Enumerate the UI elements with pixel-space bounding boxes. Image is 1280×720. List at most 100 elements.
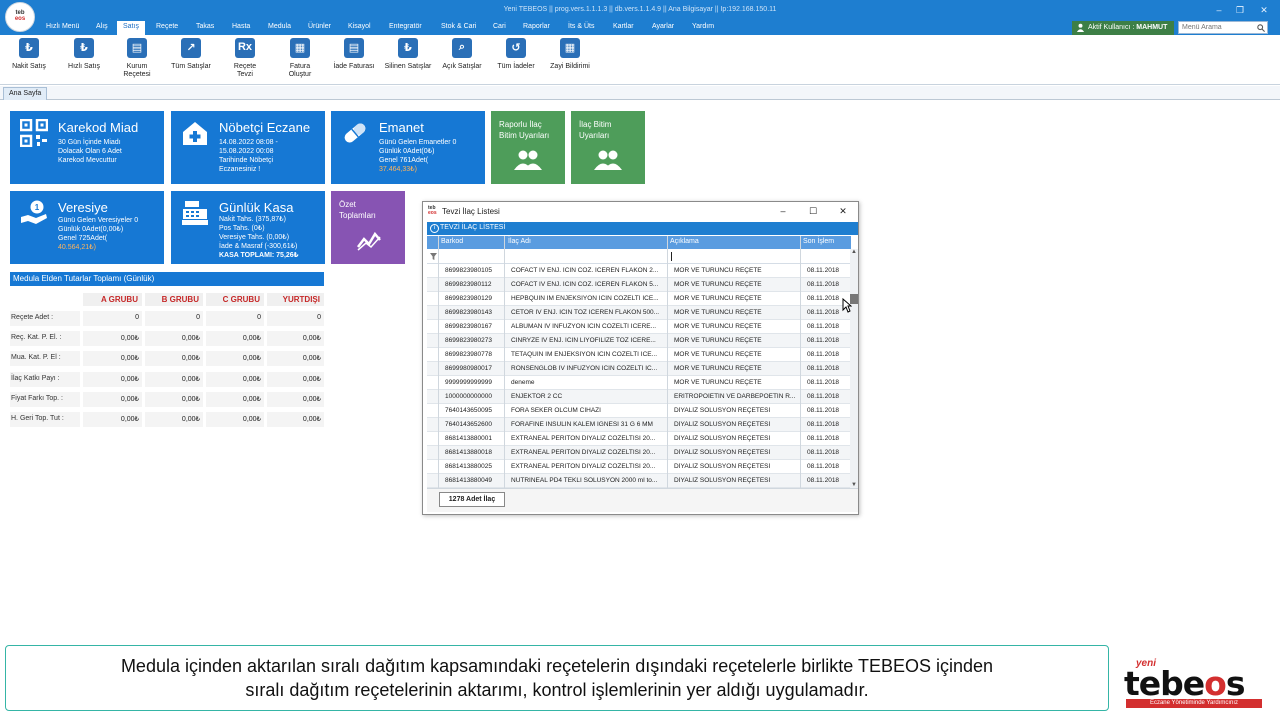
tab-ana-sayfa[interactable]: Ana Sayfa: [3, 87, 47, 100]
table-row[interactable]: 8699823980112 COFACT IV ENJ. ICIN COZ. IC…: [427, 278, 851, 292]
menu-kisayol[interactable]: Kisayol: [348, 23, 371, 30]
tile-ozet-toplamlari[interactable]: Özet Toplamları: [331, 191, 405, 264]
dialog-close-button[interactable]: ✕: [833, 204, 853, 218]
table-row[interactable]: 7640143652600 FORAFINE INSULIN KALEM IGNE…: [427, 418, 851, 432]
close-button[interactable]: ✕: [1257, 4, 1271, 16]
svg-text:1: 1: [35, 203, 40, 212]
menu-stok-cari[interactable]: Stok & Cari: [441, 23, 476, 30]
emanet-line: Günü Gelen Emanetler 0: [379, 139, 457, 146]
cell-barkod: 7640143650095: [445, 407, 492, 414]
table-row[interactable]: 8699823980778 TETAQUIN IM ENJEKSIYON ICIN…: [427, 348, 851, 362]
menu-ayarlar[interactable]: Ayarlar: [652, 23, 674, 30]
medula-row-label: Fiyat Farkı Top. :: [10, 391, 80, 407]
dialog-title: Tevzi İlaç Listesi: [442, 207, 500, 216]
menu-hasta[interactable]: Hasta: [232, 23, 250, 30]
kurum-recetesi-button[interactable]: ▤ Kurum Reçetesi: [117, 38, 157, 79]
silinen-satislar-button[interactable]: ₺ Silinen Satışlar: [384, 38, 432, 71]
table-row[interactable]: 8681413880001 EXTRANEAL PERITON DIYALIZ C…: [427, 432, 851, 446]
table-row[interactable]: 7640143650095 FORA SEKER OLCUM CIHAZI DİYA…: [427, 404, 851, 418]
tile-emanet[interactable]: Emanet Günü Gelen Emanetler 0 Günlük 0Ad…: [331, 111, 485, 184]
tile-raporlu-ilac-bitim[interactable]: Raporlu İlaç Bitim Uyarıları: [491, 111, 565, 184]
menu-satis[interactable]: Satış: [117, 21, 145, 35]
menu-search-input[interactable]: [1178, 21, 1268, 34]
cell-aciklama: MOR VE TURUNCU REÇETE: [674, 295, 762, 302]
tile-veresiye[interactable]: 1 Veresiye Günü Gelen Veresiyeler 0 Günl…: [10, 191, 164, 264]
document-tab-strip: [0, 86, 1280, 100]
menu-medula[interactable]: Medula: [268, 23, 291, 30]
menu-raporlar[interactable]: Raporlar: [523, 23, 550, 30]
table-row[interactable]: 8681413880018 EXTRANEAL PERITON DIYALIZ C…: [427, 446, 851, 460]
user-icon: [1076, 23, 1085, 32]
caption-box: Medula içinden aktarılan sıralı dağıtım …: [5, 645, 1109, 711]
minimize-button[interactable]: –: [1212, 4, 1226, 16]
nakit-satis-button[interactable]: ₺ Nakit Satış: [10, 38, 48, 71]
cell-ilac-adi: COFACT IV ENJ. ICIN COZ. ICEREN FLAKON 5…: [511, 281, 659, 288]
table-row[interactable]: 8699823980273 CINRYZE IV ENJ. ICIN LIYOFI…: [427, 334, 851, 348]
menu-urunler[interactable]: Ürünler: [308, 23, 331, 30]
menu-kartlar[interactable]: Kartlar: [613, 23, 634, 30]
tile-karekod-miad[interactable]: Karekod Miad 30 Gün İçinde Miadı Dolacak…: [10, 111, 164, 184]
tebeos-brand-logo: yeni tebeos Eczane Yönetiminde Yardımcın…: [1122, 658, 1267, 710]
tile-nobetci-eczane[interactable]: Nöbetçi Eczane 14.08.2022 08:08 - 15.08.…: [171, 111, 325, 184]
cell-ilac-adi: CETOR IV ENJ. ICIN TOZ ICEREN FLAKON 500…: [511, 309, 660, 316]
menu-entegrator[interactable]: Entegratör: [389, 23, 422, 30]
cell-barkod: 8699823980778: [445, 351, 492, 358]
emanet-line: Günlük 0Adet(0₺): [379, 148, 435, 155]
table-row[interactable]: 1000000000000 ENJEKTOR 2 CC ERİTROPOİETİN …: [427, 390, 851, 404]
maximize-button[interactable]: ❐: [1233, 4, 1247, 16]
caption-line: Medula içinden aktarılan sıralı dağıtım …: [120, 656, 994, 676]
nobetci-line: Tarihinde Nöbetçi: [219, 157, 274, 164]
acik-satislar-button[interactable]: ⌕ Açık Satışlar: [440, 38, 484, 71]
cell-ilac-adi: ENJEKTOR 2 CC: [511, 393, 563, 400]
table-row[interactable]: 8699980980017 RONSENGLOB IV INFUZYON ICIN…: [427, 362, 851, 376]
cell-aciklama: DİYALİZ SOLUSYON REÇETESİ: [674, 477, 771, 484]
menu-yardim[interactable]: Yardım: [692, 23, 714, 30]
medula-row-label: H. Geri Top. Tut :: [10, 412, 80, 427]
table-row[interactable]: 8699823980167 ALBUMAN IV INFUZYON ICIN CO…: [427, 320, 851, 334]
menu-recete[interactable]: Reçete: [156, 23, 178, 30]
col-barkod[interactable]: Barkod: [441, 238, 463, 245]
dialog-maximize-button[interactable]: ☐: [803, 204, 823, 218]
table-row[interactable]: 8681413880025 EXTRANEAL PERITON DIYALIZ C…: [427, 460, 851, 474]
fatura-olustur-button[interactable]: ▦ Fatura Oluştur: [280, 38, 320, 79]
col-ilac-adi[interactable]: İlaç Adı: [508, 238, 531, 245]
table-row[interactable]: 8699823980143 CETOR IV ENJ. ICIN TOZ ICER…: [427, 306, 851, 320]
iade-faturasi-button[interactable]: ▤ İade Faturası: [330, 38, 378, 71]
nobetci-line: Eczanesiniz !: [219, 166, 261, 173]
table-row[interactable]: 9999999999999 deneme MOR VE TURUNCU REÇETE…: [427, 376, 851, 390]
scroll-up-icon[interactable]: ▲: [850, 249, 858, 255]
medula-cell: 0,00₺: [206, 371, 264, 387]
menu-alis[interactable]: Alış: [96, 23, 108, 30]
tile-gunluk-kasa[interactable]: Günlük Kasa Nakit Tahs. (375,87₺) Pos Ta…: [171, 191, 325, 264]
menu-hizli-menu[interactable]: Hızlı Menü: [46, 23, 79, 30]
col-son-islem[interactable]: Son İşlem: [803, 238, 834, 245]
menu-its-uts[interactable]: İts & Üts: [568, 23, 594, 30]
table-row[interactable]: 8699823980105 COFACT IV ENJ. ICIN COZ. IC…: [427, 264, 851, 278]
cell-son-islem: 08.11.2018: [807, 449, 840, 456]
medula-cell: 0,00₺: [145, 371, 203, 387]
menu-cari[interactable]: Cari: [493, 23, 506, 30]
cell-aciklama: DİYALİZ SOLUSYON REÇETESİ: [674, 421, 771, 428]
tum-satislar-button[interactable]: ↗ Tüm Satışlar: [168, 38, 214, 71]
grid-vertical-scrollbar[interactable]: ▲ ▼: [850, 249, 858, 488]
table-row[interactable]: 8681413880049 NUTRINEAL PD4 TEKLI SOLUSYO…: [427, 474, 851, 488]
search-icon[interactable]: [1257, 24, 1265, 32]
col-aciklama[interactable]: Açıklama: [670, 238, 699, 245]
emanet-line: Genel 761Adet(: [379, 157, 429, 164]
dialog-minimize-button[interactable]: –: [773, 204, 793, 218]
grid-filter-row[interactable]: [427, 249, 851, 264]
menu-takas[interactable]: Takas: [196, 23, 214, 30]
hizli-satis-button[interactable]: ₺ Hızlı Satış: [64, 38, 104, 71]
karekod-title: Karekod Miad: [58, 120, 139, 135]
filter-icon[interactable]: [430, 253, 437, 260]
tum-iadeler-button[interactable]: ↺ Tüm İadeler: [494, 38, 538, 71]
institution-prescription-icon: ▤: [127, 38, 147, 58]
table-row[interactable]: 8699823980129 HEPBQUIN IM ENJEKSIYON ICIN…: [427, 292, 851, 306]
zayi-bildirimi-button[interactable]: ▦ Zayi Bildirimi: [550, 38, 590, 71]
recete-tevzi-button[interactable]: Rx Reçete Tevzi: [226, 38, 264, 79]
ozet-title: Özet Toplamları: [339, 200, 376, 220]
app-logo[interactable]: teb eos: [5, 2, 35, 32]
tile-ilac-bitim[interactable]: İlaç Bitim Uyarıları: [571, 111, 645, 184]
medula-row-label: Reçete Adet :: [10, 311, 80, 326]
cell-aciklama: MOR VE TURUNCU REÇETE: [674, 281, 762, 288]
